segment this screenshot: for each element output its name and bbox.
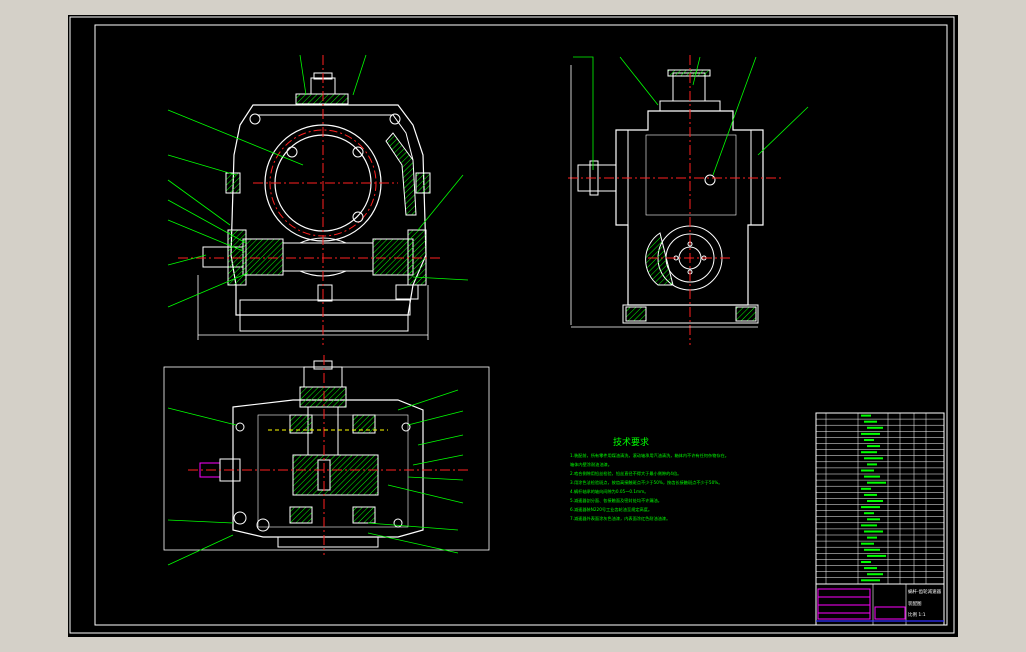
parts-row-mark (864, 512, 874, 515)
parts-row-mark (867, 445, 880, 448)
parts-row-mark (861, 451, 877, 454)
parts-row-mark (861, 414, 871, 417)
parts-row-mark (864, 457, 883, 460)
tech-requirement-line: 2.啮合侧隙用铅丝检验，铅丝直径不得大于最小侧隙的4倍。 (570, 470, 681, 477)
parts-row-mark (861, 561, 871, 563)
parts-row-mark (867, 518, 880, 521)
front-view[interactable] (167, 54, 469, 345)
tech-requirement-line: 7.减速器外表面涂灰色油漆，内表面涂红色耐油油漆。 (570, 515, 670, 522)
tech-requirement-line: 5.减速器剖分面、各接触面及密封处均不许漏油。 (570, 497, 662, 504)
title-line-2: 装配图 (908, 600, 922, 607)
title-line-3: 比例 1:1 (908, 611, 926, 618)
side-view[interactable] (568, 55, 809, 345)
parts-row-mark (864, 475, 880, 478)
parts-row-mark (861, 432, 880, 435)
title-line-1: 蜗杆-齿轮减速器 (908, 588, 942, 595)
tech-requirement-line: 1.装配前，所有零件用煤油清洗，滚动轴承用汽油清洗，箱体内不许有任何杂物存在。 (570, 452, 729, 459)
tech-requirement-line: 4.蜗杆轴承的轴向间隙为0.05～0.1mm。 (570, 488, 648, 495)
cad-viewport[interactable]: 技术要求 1.装配前，所有零件用煤油清洗，滚动轴承用汽油清洗，箱体内不许有任何杂… (68, 15, 958, 637)
tech-requirement-line: 6.减速器装N220号工业齿轮油至规定高度。 (570, 506, 652, 513)
parts-row-mark (867, 481, 886, 484)
title-block: 蜗杆-齿轮减速器 装配图 比例 1:1 (815, 583, 945, 626)
parts-row-mark (864, 548, 880, 551)
tech-requirement-line: 箱体内壁涂耐油油漆。 (570, 461, 612, 468)
parts-row-mark (861, 524, 877, 527)
tech-requirements-title: 技术要求 (613, 436, 649, 448)
outer-frame (69, 16, 955, 634)
parts-row-mark (867, 426, 883, 429)
tech-requirement-line: 3.用涂色法检验斑点，按齿高接触斑点不少于50%，按齿长接触斑点不少于50%。 (570, 479, 722, 486)
parts-row-mark (864, 493, 877, 496)
parts-row-mark (867, 573, 883, 576)
parts-row-mark (864, 530, 883, 533)
parts-row-mark (867, 554, 886, 557)
title-magenta-cell (817, 588, 871, 620)
parts-row-mark (861, 469, 874, 472)
assembly-drawing: 技术要求 1.装配前，所有零件用煤油清洗，滚动轴承用汽油清洗，箱体内不许有任何杂… (69, 16, 955, 634)
top-view[interactable] (163, 355, 490, 566)
tech-requirements: 技术要求 1.装配前，所有零件用煤油清洗，滚动轴承用汽油清洗，箱体内不许有任何杂… (570, 436, 729, 522)
parts-row-mark (864, 439, 874, 441)
parts-row-mark (867, 463, 877, 466)
parts-row-mark (867, 500, 883, 502)
parts-row-mark (864, 420, 877, 423)
parts-row-mark (864, 567, 877, 570)
parts-row-mark (861, 579, 880, 582)
parts-row-mark (867, 536, 877, 539)
parts-row-mark (861, 487, 871, 490)
parts-row-mark (861, 542, 874, 545)
parts-row-mark (861, 506, 880, 509)
